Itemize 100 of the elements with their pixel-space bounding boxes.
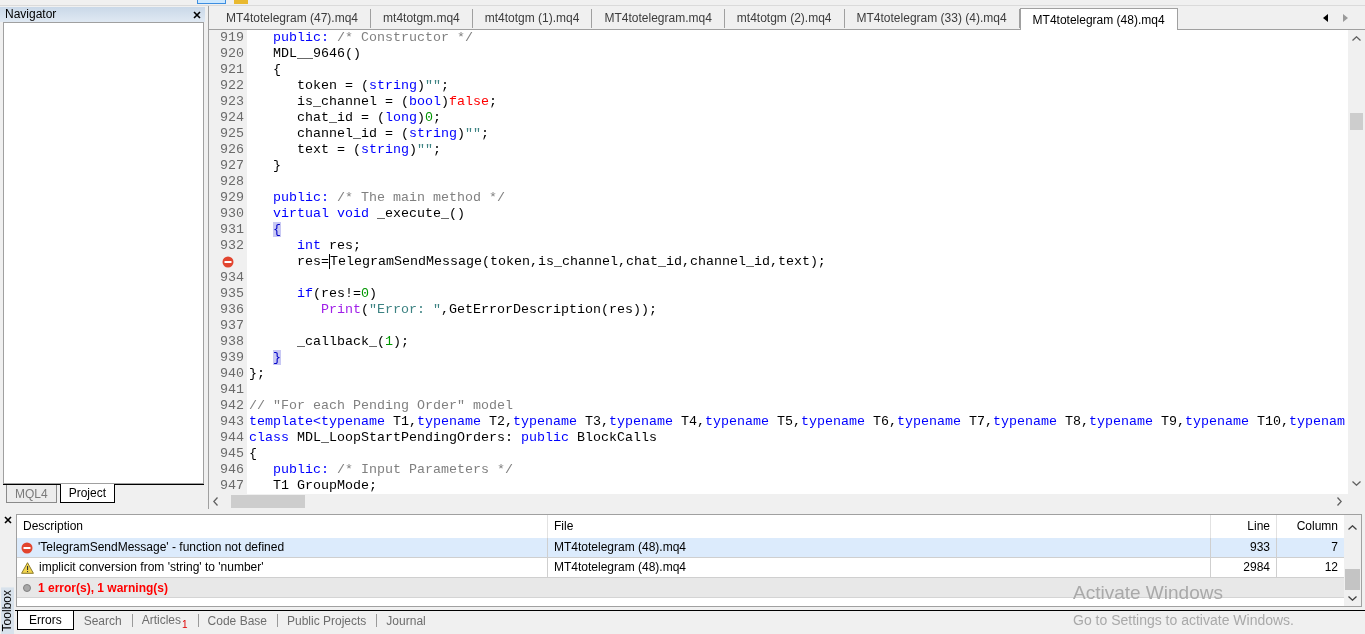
line-number: 947 [220, 478, 244, 494]
panel-tab[interactable]: Public Projects [277, 611, 377, 630]
line-number: 923 [220, 94, 244, 110]
panel-title: Navigator [5, 7, 57, 22]
line-number: 943 [220, 414, 244, 430]
file-tab[interactable]: MT4totelegram.mq4 [592, 9, 725, 28]
code-line: template<typename T1,typename T2,typename T3,typename T4,typename T5,typename T6,typename T7,typename T8,typename T9,typename T10,typenam [249, 414, 1345, 430]
line-number: 942 [220, 398, 244, 414]
code-line: token = (string)""; [296, 78, 449, 94]
code-line: if(res!=0) [296, 286, 377, 302]
line-number: 937 [220, 318, 244, 334]
activation-message: Go to Settings to activate Windows. [1073, 612, 1294, 629]
line-number: 919 [220, 30, 244, 46]
file-tab[interactable]: mt4totgm (1).mq4 [472, 9, 593, 28]
code-line: channel_id = (string)""; [296, 126, 489, 142]
error-icon [222, 256, 234, 268]
code-line: // "For each Pending Order" model [249, 398, 513, 414]
close-icon[interactable] [193, 10, 201, 19]
line-number: 945 [220, 446, 244, 462]
code-line: public: /* Input Parameters */ [272, 462, 513, 478]
code-line: int res; [296, 238, 361, 254]
file-tab[interactable]: MT4totelegram (47).mq4 [214, 9, 372, 28]
table-cell-text: 7 [1330, 539, 1339, 556]
scrollbar-thumb[interactable] [1345, 569, 1360, 590]
line-number: 930 [220, 206, 244, 222]
code-line: is_channel = (bool)false; [296, 94, 497, 110]
line-number: 925 [220, 126, 244, 142]
line-number: 940 [220, 366, 244, 382]
line-number: 928 [220, 174, 244, 190]
scroll-up-icon[interactable] [1352, 36, 1361, 41]
code-line: virtual void _execute_() [272, 206, 465, 222]
table-cell-text: 12 [1323, 559, 1339, 576]
toolbar-button[interactable] [197, 0, 226, 4]
table-cell: 933 [1211, 538, 1277, 557]
activation-title: Activate Windows [1073, 581, 1223, 605]
code-line: public: /* The main method */ [272, 190, 505, 206]
table-cell-text: 'TelegramSendMessage' - function not defined [38, 539, 285, 556]
code-line: chat_id = (long)0; [296, 110, 441, 126]
file-tab[interactable]: mt4totgm (2).mq4 [724, 9, 845, 28]
table-cell: MT4totelegram (48).mq4 [548, 558, 1211, 577]
panel-tab[interactable]: Articles$_{1}$ [131, 611, 198, 630]
line-number: 941 [220, 382, 244, 398]
status-dot-icon [23, 583, 31, 592]
toolbox-label[interactable]: Toolbox [1, 586, 14, 634]
code-line: MDL__9646() [272, 46, 361, 62]
count-label: 1 [182, 619, 188, 630]
code-line: class MDL_LoopStartPendingOrders: public BlockCalls [249, 430, 657, 446]
code-line: text = (string)""; [296, 142, 441, 158]
close-icon[interactable] [3, 516, 12, 524]
scrollbar-thumb[interactable] [1350, 113, 1363, 130]
line-number: 922 [220, 78, 244, 94]
line-number: 927 [220, 158, 244, 174]
table-cell: MT4totelegram (48).mq4 [548, 538, 1211, 557]
error-row[interactable]: 'TelegramSendMessage' - function not defined MT4totelegram (48).mq4 933 7 [17, 538, 1344, 558]
panel-tab[interactable]: Search [73, 611, 132, 630]
summary-text: 1 error(s), 1 warning(s) [38, 580, 169, 595]
line-number: 926 [220, 142, 244, 158]
code-line: { [249, 446, 257, 462]
file-tab[interactable]: MT4totelegram (48).mq4 [1019, 8, 1178, 30]
line-number: 934 [220, 270, 244, 286]
code-line: Print("Error: ",GetErrorDescription(res)); [319, 302, 657, 318]
scroll-left-icon[interactable] [1323, 13, 1328, 22]
line-number: 946 [220, 462, 244, 478]
code-line: _callback_(1); [296, 334, 409, 350]
line-number: 944 [220, 430, 244, 446]
line-number: 921 [220, 62, 244, 78]
panel-tab[interactable]: Code Base [197, 611, 277, 630]
line-number: 936 [220, 302, 244, 318]
code-line: { [272, 62, 281, 78]
column-header[interactable]: Column [1277, 515, 1344, 538]
line-number: 929 [220, 190, 244, 206]
code-line: res=TelegramSendMessage(token,is_channel,chat_id,channel_id,text); [296, 254, 826, 270]
scroll-down-icon[interactable] [1352, 481, 1361, 486]
line-number: 939 [220, 350, 244, 366]
code-line: T1 GroupMode; [272, 478, 377, 494]
line-number: 938 [220, 334, 244, 350]
panel-tab[interactable]: Project [59, 484, 116, 503]
code-line: } [272, 158, 281, 174]
code-line: public: /* Constructor */ [272, 30, 473, 46]
line-number: 931 [220, 222, 244, 238]
scroll-down-icon[interactable] [1348, 596, 1357, 601]
line-number: 935 [220, 286, 244, 302]
line-number: 924 [220, 110, 244, 126]
error-icon [21, 541, 33, 554]
scroll-right-icon[interactable] [1337, 497, 1342, 506]
line-number: 932 [220, 238, 244, 254]
warning-icon [21, 561, 34, 574]
table-cell-text: implicit conversion from 'string' to 'number' [39, 559, 264, 576]
scrollbar-thumb[interactable] [231, 495, 305, 508]
scroll-right-icon[interactable] [1343, 13, 1348, 22]
code-line: }; [249, 366, 265, 382]
vertical-scrollbar[interactable] [1344, 515, 1361, 606]
panel-tab[interactable]: Errors [17, 611, 74, 630]
scroll-up-icon[interactable] [1348, 525, 1357, 530]
line-number: 920 [220, 46, 244, 62]
panel-tab[interactable]: Journal [376, 611, 436, 630]
file-tab[interactable]: mt4totgm.mq4 [371, 9, 473, 28]
table-cell: 2984 [1211, 558, 1277, 577]
panel-tab[interactable]: MQL4 [6, 485, 57, 503]
file-tab[interactable]: MT4totelegram (33) (4).mq4 [844, 9, 1020, 28]
